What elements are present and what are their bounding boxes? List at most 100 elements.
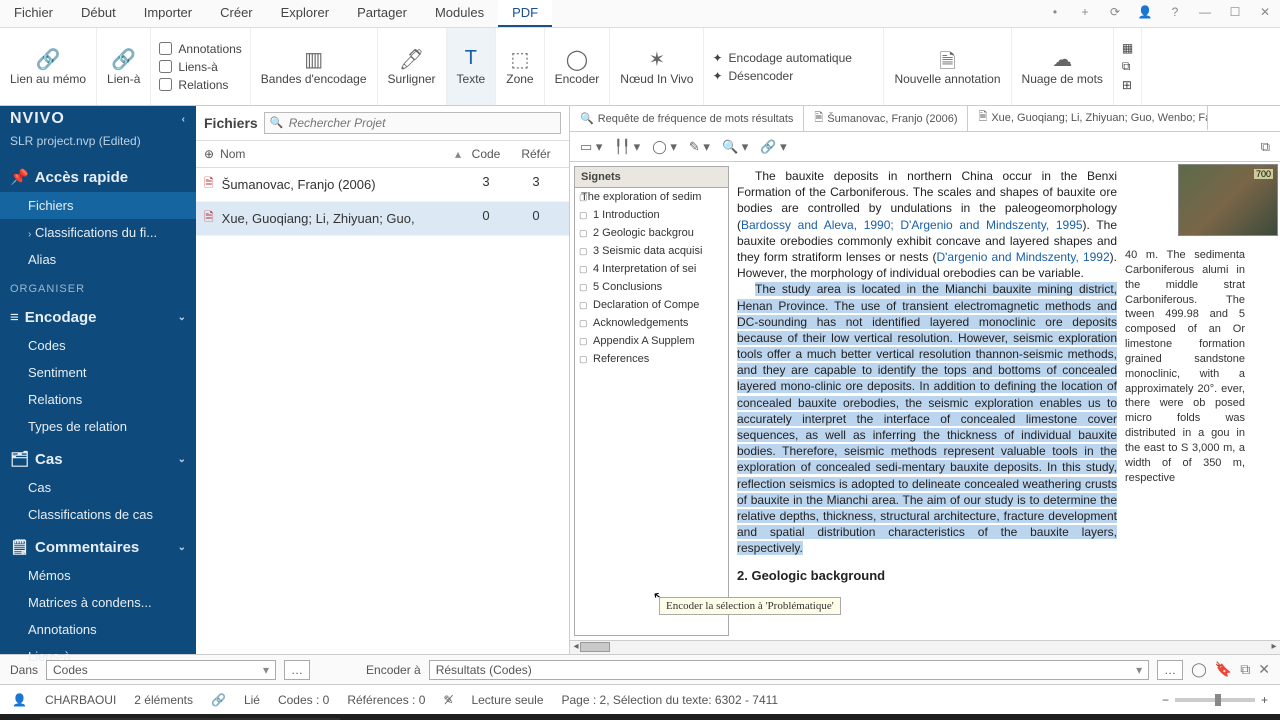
col-refer[interactable]: Référ [511, 147, 561, 161]
zoom-slider[interactable] [1175, 698, 1255, 702]
link-icon: 🔗 [211, 693, 226, 707]
circle-icon[interactable]: ◯ ▾ [652, 139, 677, 155]
lien-memo-button[interactable]: 🔗 Lien au mémo [0, 28, 97, 105]
bookmark-9[interactable]: References [575, 350, 728, 368]
sidebar-item-fichiers[interactable]: Fichiers [0, 192, 196, 219]
zone-button[interactable]: ⬚ Zone [496, 28, 544, 105]
file-row-0[interactable]: 🗎Šumanovac, Franjo (2006) 3 3 [196, 168, 569, 202]
doc-tab-0[interactable]: 🔍Requête de fréquence de mots résultats [570, 106, 804, 131]
pdf-highlight[interactable]: The study area is located in the Mianchi… [737, 282, 1117, 555]
bookmark-8[interactable]: Appendix A Supplem [575, 332, 728, 350]
doc-tab-2[interactable]: 🗎Xue, Guoqiang; Li, Zhiyuan; Guo, Wenbo;… [968, 106, 1208, 131]
bandes-button[interactable]: ▥ Bandes d'encodage [251, 28, 378, 105]
extra1-icon[interactable]: ▦ [1122, 41, 1133, 55]
encoder-more-button[interactable]: … [1157, 660, 1183, 680]
scroll-thumb[interactable] [580, 642, 610, 652]
code-overlap-icon[interactable]: ⧉ [1240, 661, 1250, 678]
encodage-auto-button[interactable]: ✦ Encodage automatique [712, 51, 875, 65]
lien-a-button[interactable]: 🔗 Lien-à [97, 28, 151, 105]
minimize-icon[interactable]: — [1190, 0, 1220, 27]
zoom-in-icon[interactable]: + [1261, 693, 1268, 707]
bookmark-3[interactable]: 3 Seismic data acquisi [575, 242, 728, 260]
bookmark-2[interactable]: 2 Geologic backgrou [575, 224, 728, 242]
tab-modules[interactable]: Modules [421, 0, 498, 27]
pdf-content[interactable]: The bauxite deposits in northern China o… [733, 162, 1280, 640]
close-icon[interactable]: ✕ [1250, 0, 1280, 27]
bookmark-7[interactable]: Acknowledgements [575, 314, 728, 332]
popout-icon[interactable]: ⧉ [1261, 139, 1270, 155]
tab-importer[interactable]: Importer [130, 0, 206, 27]
commentaires-header[interactable]: 🗒 Commentaires ⌄ [0, 528, 196, 562]
sidebar-item-matrices[interactable]: Matrices à condens... [0, 589, 196, 616]
surligner-button[interactable]: 🖊 Surligner [378, 28, 447, 105]
sidebar-item-memos[interactable]: Mémos [0, 562, 196, 589]
user-icon[interactable]: 👤 [1130, 0, 1160, 27]
tab-creer[interactable]: Créer [206, 0, 267, 27]
search-input[interactable] [264, 112, 561, 134]
tab-partager[interactable]: Partager [343, 0, 421, 27]
sidebar-item-types-relation[interactable]: Types de relation [0, 413, 196, 440]
maximize-icon[interactable]: ☐ [1220, 0, 1250, 27]
zoom-out-icon[interactable]: − [1162, 693, 1169, 707]
plus-icon[interactable]: + [1070, 0, 1100, 27]
quick-access-header[interactable]: 📌 Accès rapide [0, 158, 196, 192]
link-icon[interactable]: 🔗 ▾ [760, 139, 786, 155]
dans-more-button[interactable]: … [284, 660, 310, 680]
extra2-icon[interactable]: ⧉ [1122, 59, 1133, 74]
noeud-button[interactable]: ✶ Nœud In Vivo [610, 28, 704, 105]
pen-icon[interactable]: ✎ ▾ [689, 139, 710, 155]
file-list-panel: Fichiers 🔍 ⊕ Nom ▴ Code Référ 🗎Šumanovac… [196, 106, 570, 654]
tab-debut[interactable]: Début [67, 0, 130, 27]
encoder-a-select[interactable]: Résultats (Codes) ▾ [429, 660, 1149, 680]
sidebar-item-codes[interactable]: Codes [0, 332, 196, 359]
tab-explorer[interactable]: Explorer [267, 0, 343, 27]
texte-label: Texte [457, 73, 486, 86]
sidebar-item-classifications-fichiers[interactable]: › Classifications du fi... [0, 219, 196, 246]
code-close-icon[interactable]: ✕ [1258, 661, 1270, 678]
tab-pdf[interactable]: PDF [498, 0, 552, 27]
liensa-checkbox[interactable] [159, 60, 172, 73]
scroll-right-icon[interactable]: ▸ [1268, 641, 1280, 652]
pdf-ref1[interactable]: Bardossy and Aleva, 1990; D'Argenio and … [741, 218, 1083, 232]
encodage-header[interactable]: ≡ Encodage ⌄ [0, 299, 196, 332]
layout-icon[interactable]: ▭ ▾ [580, 139, 602, 155]
col-nom[interactable]: Nom [220, 147, 245, 161]
nouvelle-annotation-button[interactable]: 🗎 Nouvelle annotation [884, 28, 1011, 105]
bookmark-4[interactable]: 4 Interpretation of sei [575, 260, 728, 278]
stripe-icon[interactable]: ╿╿ ▾ [614, 139, 640, 155]
pdf-ref2[interactable]: D'argenio and Mindszenty, 1992 [936, 250, 1109, 264]
sidebar-item-alias[interactable]: Alias [0, 246, 196, 273]
sidebar-item-sentiment[interactable]: Sentiment [0, 359, 196, 386]
code-circle-icon[interactable]: ◯ [1191, 661, 1207, 678]
bookmark-1[interactable]: 1 Introduction [575, 206, 728, 224]
sidebar-item-classifications-cas[interactable]: Classifications de cas [0, 501, 196, 528]
dot-icon[interactable]: • [1040, 0, 1070, 27]
collapse-sidebar-icon[interactable]: ‹ [182, 114, 186, 125]
encoder-button[interactable]: ◯ Encoder [545, 28, 611, 105]
file-row-1[interactable]: 🗎Xue, Guoqiang; Li, Zhiyuan; Guo, 0 0 [196, 202, 569, 236]
relations-checkbox[interactable] [159, 78, 172, 91]
bookmark-root[interactable]: The exploration of sedim [575, 188, 728, 206]
cas-header[interactable]: 🗂 Cas ⌄ [0, 440, 196, 474]
annotations-checkbox[interactable] [159, 42, 172, 55]
dans-select[interactable]: Codes ▾ [46, 660, 276, 680]
sidebar-item-annotations[interactable]: Annotations [0, 616, 196, 643]
zoom-icon[interactable]: 🔍 ▾ [722, 139, 748, 155]
bookmark-6[interactable]: Declaration of Compe [575, 296, 728, 314]
texte-button[interactable]: T Texte [447, 28, 497, 105]
col-code[interactable]: Code [461, 147, 511, 161]
horizontal-scrollbar[interactable]: ◂ ▸ [570, 640, 1280, 654]
sync-icon[interactable]: ⟳ [1100, 0, 1130, 27]
tab-fichier[interactable]: Fichier [0, 0, 67, 27]
sidebar-item-cas[interactable]: Cas [0, 474, 196, 501]
expand-icon[interactable]: ⊕ [204, 147, 214, 161]
sidebar-item-relations[interactable]: Relations [0, 386, 196, 413]
extra3-icon[interactable]: ⊞ [1122, 78, 1133, 92]
code-tag-icon[interactable]: 🔖 [1215, 661, 1232, 678]
desencoder-button[interactable]: ✦ Désencoder [712, 69, 875, 83]
nuage-button[interactable]: ☁ Nuage de mots [1012, 28, 1114, 105]
bookmark-5[interactable]: 5 Conclusions [575, 278, 728, 296]
node-icon: ✶ [648, 47, 665, 73]
doc-tab-1[interactable]: 🗎Šumanovac, Franjo (2006) [804, 106, 968, 131]
help-icon[interactable]: ? [1160, 0, 1190, 27]
